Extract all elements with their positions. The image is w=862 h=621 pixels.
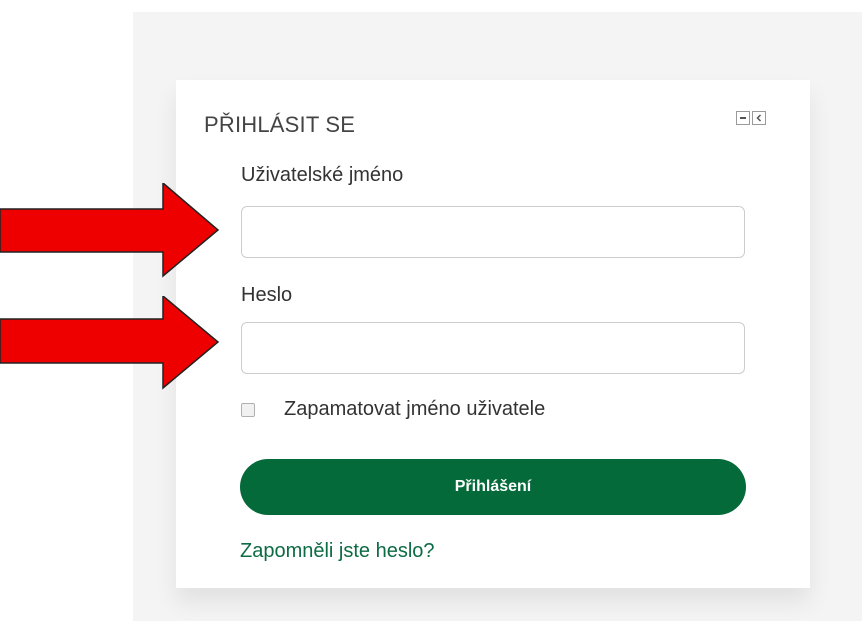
minus-icon[interactable] (736, 111, 750, 125)
username-input[interactable] (241, 206, 745, 258)
username-label: Uživatelské jméno (241, 164, 404, 186)
login-button[interactable]: Přihlášení (240, 459, 746, 515)
login-block-title: PŘIHLÁSIT SE (204, 112, 356, 137)
arrow-right-icon (0, 183, 220, 278)
block-controls (736, 111, 766, 127)
dock-left-icon[interactable] (752, 111, 766, 125)
password-label: Heslo (241, 284, 293, 306)
remember-label: Zapamatovat jméno uživatele (284, 398, 546, 420)
password-input[interactable] (241, 322, 745, 374)
remember-checkbox[interactable] (241, 402, 255, 417)
remember-username: Zapamatovat jméno uživatele (241, 398, 545, 421)
forgot-password-link[interactable]: Zapomněli jste heslo? (240, 540, 435, 563)
arrow-right-icon (0, 296, 220, 390)
